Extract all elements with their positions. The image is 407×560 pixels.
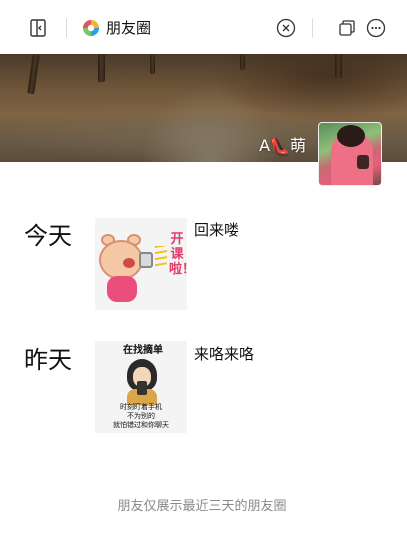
avatar[interactable] [318,122,382,186]
sticker-line: 不为别的 [127,412,155,420]
title-bar: 朋友圈 [0,0,407,56]
post-caption[interactable]: 回来喽 [194,220,239,240]
moments-app-icon [82,19,100,37]
tree-trunk [240,54,245,70]
visibility-notice: 朋友仅展示最近三天的朋友圈 [94,498,310,516]
restore-window-icon[interactable] [338,19,356,37]
sound-rays [155,246,167,268]
sticker-line: 时刻盯着手机 [120,403,162,411]
sticker-line: 就怕错过和你聊天 [113,421,169,429]
visibility-notice-text: 朋友仅展示最近三天的朋友圈 [117,499,287,514]
post-image[interactable]: 在找摘单 时刻盯着手机 不为别的 就怕错过和你聊天 [95,341,187,433]
tree-trunk [27,54,40,95]
tree-trunk [98,54,105,82]
tree-trunk [335,54,342,78]
sticker-text: 开课啦！ [169,232,187,277]
profile-username[interactable]: A👠萌 [259,136,306,156]
window-title: 朋友圈 [106,19,152,37]
sticker-face [99,240,143,280]
post-caption[interactable]: 来咯来咯 [194,344,254,364]
tree-trunk [150,54,155,74]
day-label: 昨天 [24,346,72,374]
divider [312,18,313,38]
sticker-mouth [123,258,135,268]
more-options-icon[interactable] [366,18,386,38]
day-label: 今天 [24,222,72,250]
phone-icon [137,381,147,395]
close-circle-icon[interactable] [276,18,296,38]
divider [66,18,67,38]
sticker-title: 在找摘单 [123,345,163,356]
post-image[interactable]: 开课啦！ [95,218,187,310]
megaphone-icon [139,252,153,268]
avatar-bag [357,155,369,169]
sidebar-toggle-icon[interactable] [28,18,48,38]
sticker-body [107,276,137,302]
avatar-hair [337,125,365,147]
